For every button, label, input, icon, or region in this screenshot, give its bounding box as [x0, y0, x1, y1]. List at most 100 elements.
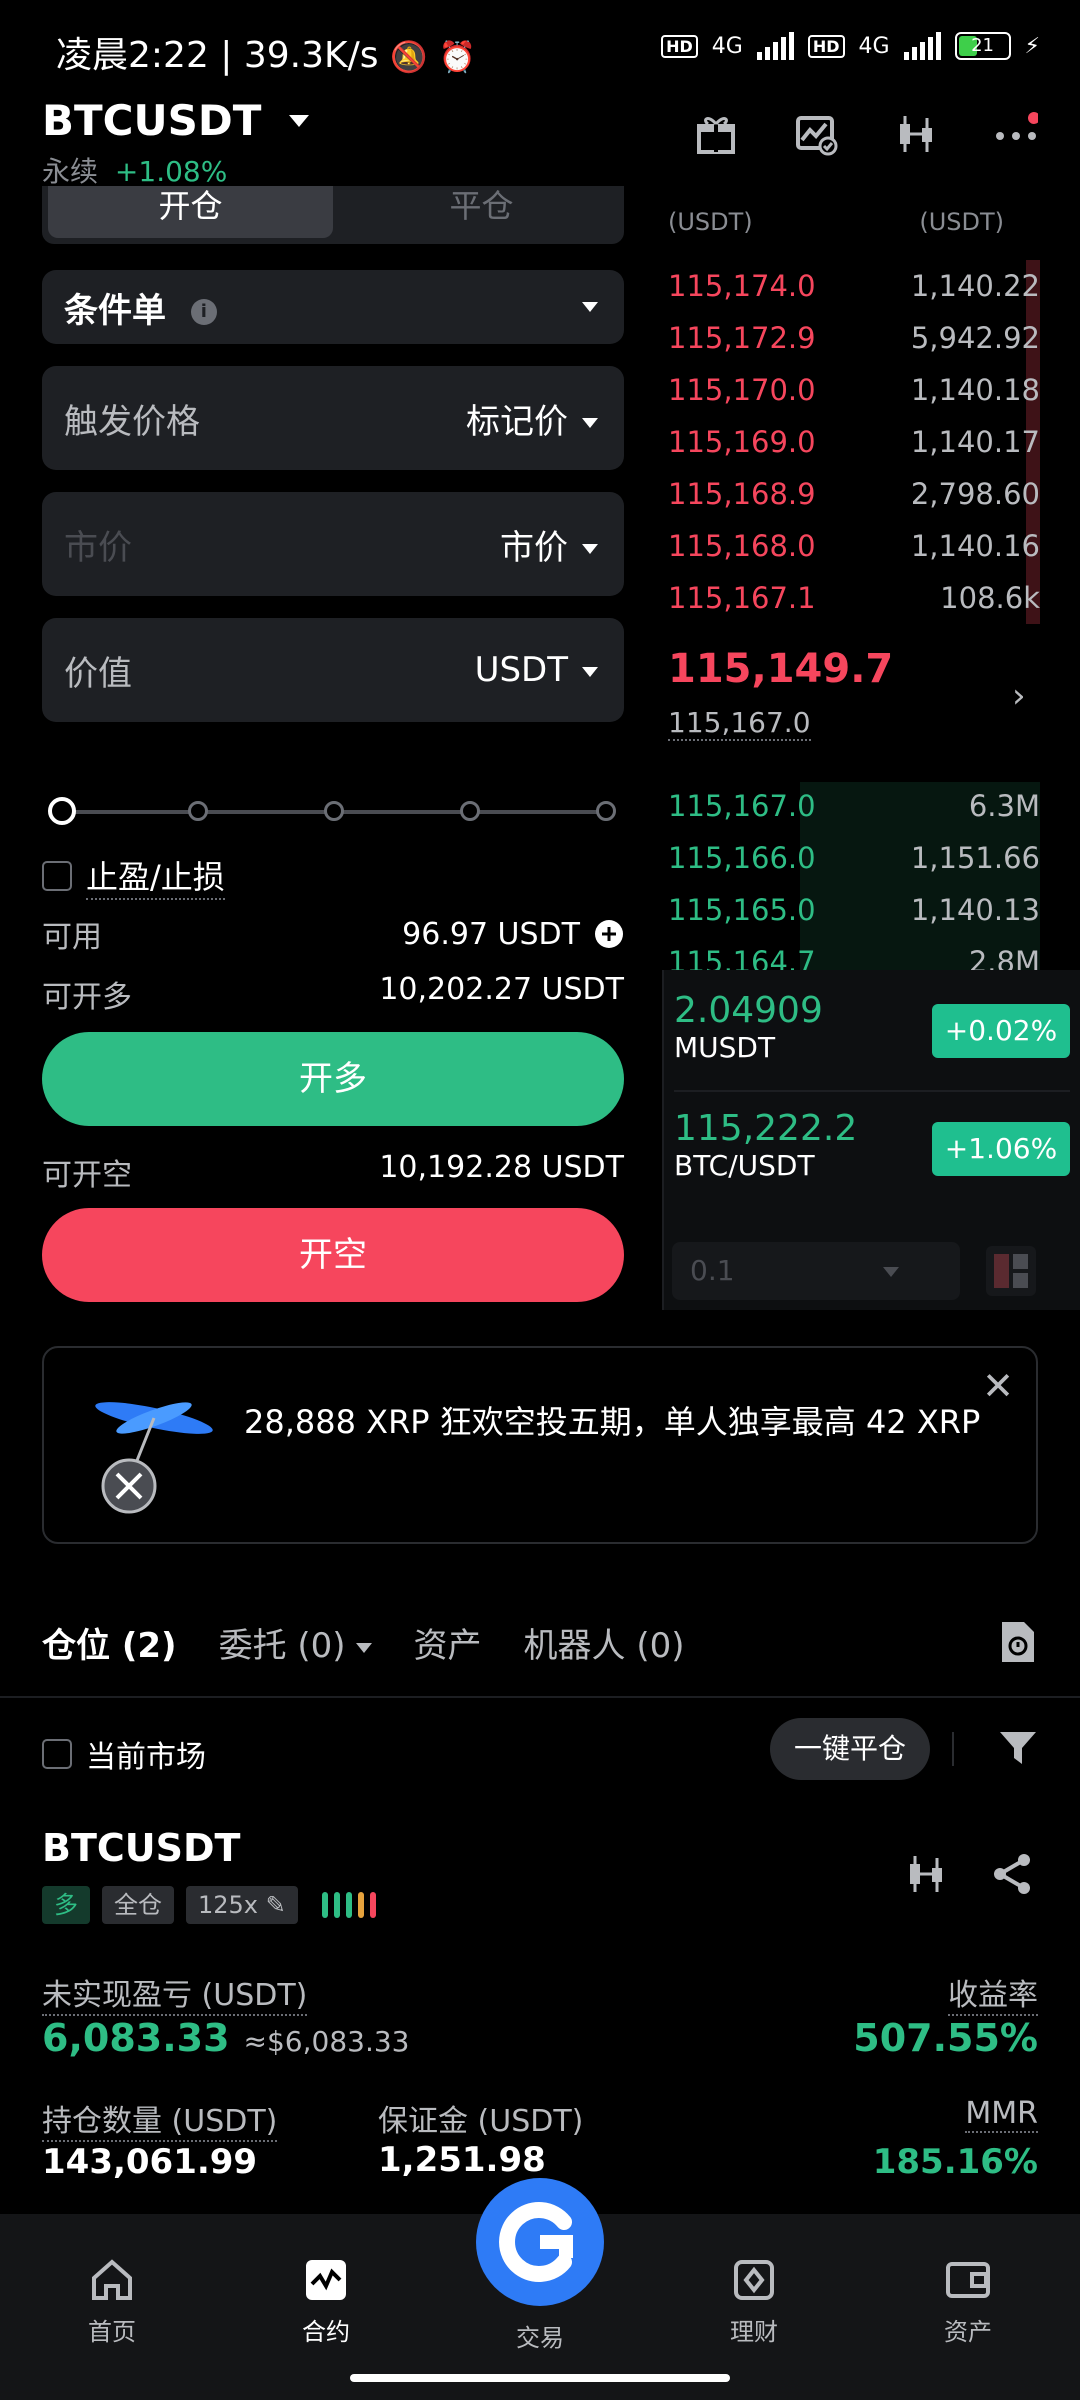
document-icon[interactable]: [998, 1620, 1038, 1664]
edit-icon: ✎: [265, 1891, 286, 1919]
floating-ticker[interactable]: 2.04909 MUSDT +0.02% 115,222.2 BTC/USDT …: [662, 970, 1080, 1310]
ask-row[interactable]: 115,168.9 2,798.60: [668, 468, 1040, 520]
tab-open[interactable]: 开仓: [48, 186, 333, 238]
can-long-row: 可开多 10,202.27 USDT: [42, 972, 624, 1016]
close-all-button[interactable]: 一键平仓: [770, 1718, 930, 1780]
unrealized-pnl: 6,083.33 ≈$6,083.33: [42, 2016, 409, 2060]
bid-row[interactable]: 115,165.0 1,140.13: [668, 884, 1040, 936]
nav-trade[interactable]: 交易: [480, 2318, 600, 2353]
trigger-type-select[interactable]: 标记价: [466, 394, 598, 443]
info-icon[interactable]: i: [190, 299, 217, 325]
ask-row[interactable]: 115,168.0 1,140.16: [668, 520, 1040, 572]
risk-level-icon: [321, 1892, 376, 1918]
ask-row[interactable]: 115,170.0 1,140.18: [668, 364, 1040, 416]
tab-assets[interactable]: 资产: [414, 1618, 482, 1667]
position-symbol[interactable]: BTCUSDT: [42, 1826, 240, 1870]
banner-text: 28,888 XRP 狂欢空投五期，单人独享最高 42 XRP: [244, 1403, 981, 1441]
share-icon[interactable]: [990, 1852, 1034, 1896]
amount-slider[interactable]: [48, 797, 616, 825]
value-unit-select[interactable]: USDT: [475, 650, 598, 690]
slider-stop[interactable]: [460, 801, 480, 821]
network-label: 4G: [711, 33, 743, 59]
open-short-button[interactable]: 开空: [42, 1208, 624, 1302]
nav-futures[interactable]: 合约: [266, 2256, 386, 2347]
position-tabs: 仓位 (2) 委托 (0) 资产 机器人 (0): [42, 1618, 685, 1667]
ticker-row[interactable]: 2.04909 MUSDT +0.02%: [674, 976, 1070, 1092]
ticker-row[interactable]: 115,222.2 BTC/USDT +1.06%: [674, 1094, 1070, 1210]
signal-icon: [903, 32, 941, 60]
candlestick-icon[interactable]: [904, 1852, 948, 1896]
signal-icon: [756, 32, 794, 60]
tab-orders[interactable]: 委托 (0): [219, 1618, 372, 1667]
filter-icon[interactable]: [998, 1728, 1038, 1768]
tab-close[interactable]: 平仓: [339, 186, 624, 244]
ask-row[interactable]: 115,169.0 1,140.17: [668, 416, 1040, 468]
market-info: 永续 +1.08%: [42, 150, 227, 190]
ask-qty: 1,140.17: [910, 425, 1040, 459]
chevron-down-icon: [582, 302, 598, 312]
bid-qty: 1,151.66: [910, 841, 1040, 875]
roe-value: 507.55%: [853, 2016, 1038, 2060]
price-column-header: (USDT): [668, 208, 753, 236]
current-market-checkbox[interactable]: [42, 1739, 72, 1769]
bid-row[interactable]: 115,166.0 1,151.66: [668, 832, 1040, 884]
nav-home[interactable]: 首页: [52, 2256, 172, 2347]
ask-price: 115,168.9: [668, 477, 816, 511]
bid-row[interactable]: 115,167.0 6.3M: [668, 780, 1040, 832]
chevron-right-icon[interactable]: ›: [1012, 676, 1026, 716]
ask-price: 115,170.0: [668, 373, 816, 407]
chart-alert-icon[interactable]: [794, 112, 838, 156]
bid-qty: 6.3M: [968, 789, 1040, 823]
nav-earn[interactable]: 理财: [694, 2256, 814, 2347]
tab-positions[interactable]: 仓位 (2): [42, 1618, 177, 1667]
add-funds-icon[interactable]: [594, 919, 624, 949]
slider-handle[interactable]: [48, 797, 76, 825]
slider-stop[interactable]: [596, 801, 616, 821]
order-type-select[interactable]: 条件单 i: [42, 270, 624, 344]
trigger-price-field[interactable]: 触发价格 标记价: [42, 366, 624, 470]
close-icon[interactable]: ✕: [982, 1364, 1014, 1408]
available-value: 96.97 USDT: [402, 916, 580, 952]
tp-sl-label: 止盈/止损: [86, 852, 225, 900]
price-type-select[interactable]: 市价: [500, 520, 598, 569]
home-indicator: [350, 2374, 730, 2382]
ask-row[interactable]: 115,172.9 5,942.92: [668, 312, 1040, 364]
slider-stop[interactable]: [324, 801, 344, 821]
candlestick-icon[interactable]: [894, 112, 938, 156]
price-field[interactable]: 市价 市价: [42, 492, 624, 596]
ask-price: 115,174.0: [668, 269, 816, 303]
symbol-selector[interactable]: BTCUSDT: [42, 96, 310, 145]
last-price: 115,149.7: [668, 646, 894, 692]
position-size-label: 持仓数量 (USDT): [42, 2096, 278, 2142]
more-icon[interactable]: [994, 112, 1038, 156]
depth-layout-icon[interactable]: [986, 1246, 1036, 1296]
can-long-value: 10,202.27 USDT: [379, 972, 624, 1007]
ask-qty: 1,140.18: [910, 373, 1040, 407]
slider-stop[interactable]: [188, 801, 208, 821]
header-actions: [694, 112, 1038, 156]
margin-value: 1,251.98: [378, 2140, 546, 2180]
bid-price: 115,166.0: [668, 841, 816, 875]
leverage-badge[interactable]: 125x ✎: [186, 1886, 298, 1924]
current-market-filter[interactable]: 当前市场: [42, 1732, 206, 1776]
trade-fab-button[interactable]: [476, 2178, 604, 2306]
open-long-button[interactable]: 开多: [42, 1032, 624, 1126]
tp-sl-checkbox[interactable]: [42, 861, 72, 891]
charging-icon: ⚡: [1024, 33, 1040, 59]
ask-row[interactable]: 115,167.1 108.6k: [668, 572, 1040, 624]
ask-row[interactable]: 115,174.0 1,140.22: [668, 260, 1040, 312]
depth-step-select[interactable]: 0.1: [672, 1242, 960, 1300]
promo-banner[interactable]: 28,888 XRP 狂欢空投五期，单人独享最高 42 XRP ✕: [42, 1346, 1038, 1544]
drone-xrp-icon: [95, 1402, 213, 1514]
tp-sl-toggle[interactable]: 止盈/止损: [42, 852, 225, 900]
status-time: 凌晨2:22 | 39.3K/s 🔕 ⏰: [56, 35, 477, 76]
gift-icon[interactable]: [694, 112, 738, 156]
nav-assets[interactable]: 资产: [908, 2256, 1028, 2347]
can-short-value: 10,192.28 USDT: [379, 1150, 624, 1185]
value-field[interactable]: 价值 USDT: [42, 618, 624, 722]
status-icons: HD 4G HD 4G 21 ⚡: [661, 32, 1040, 60]
tab-bots[interactable]: 机器人 (0): [524, 1618, 685, 1667]
bid-price: 115,167.0: [668, 789, 816, 823]
ask-price: 115,168.0: [668, 529, 816, 563]
chevron-down-icon: [582, 544, 598, 554]
